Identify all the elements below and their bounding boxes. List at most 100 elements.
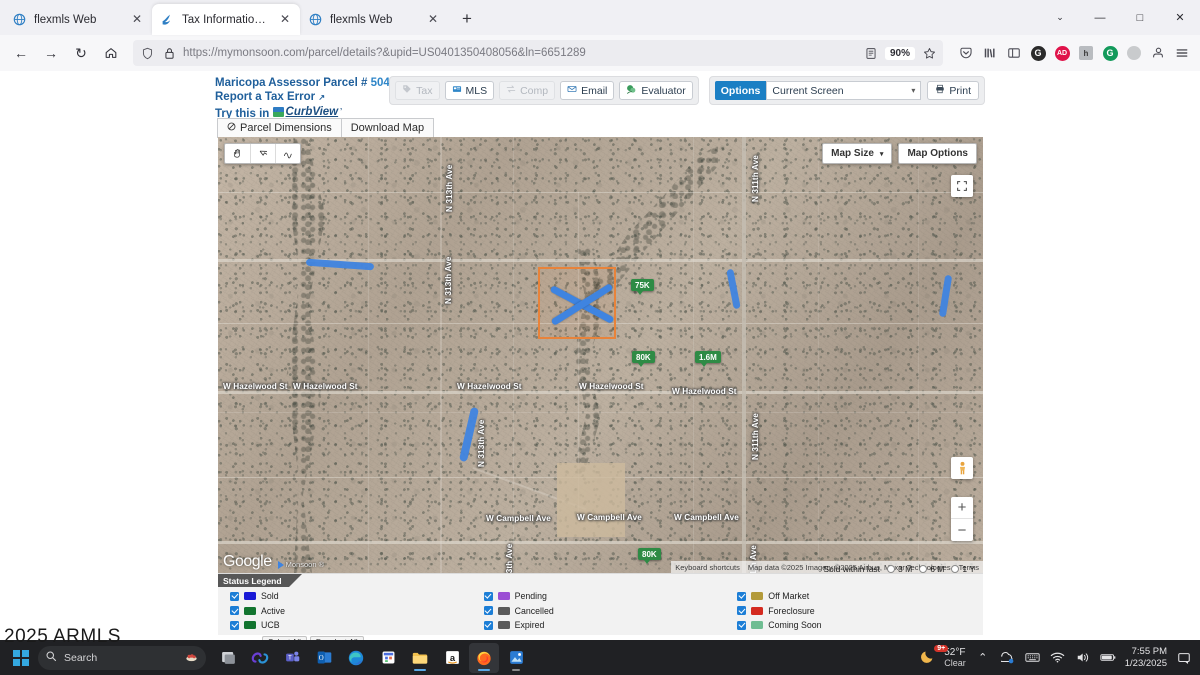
checkbox-icon[interactable] — [484, 621, 493, 630]
tab-close-icon[interactable]: ✕ — [426, 13, 440, 27]
close-window-button[interactable]: ✕ — [1160, 2, 1200, 34]
zoom-in-button[interactable]: + — [951, 497, 973, 519]
taskbar-clock[interactable]: 7:55 PM 1/23/2025 — [1125, 646, 1167, 669]
task-view-icon[interactable] — [213, 643, 243, 673]
parcel-map[interactable]: Map Size ▾ Map Options + − — [218, 137, 983, 573]
sold-radio-6m[interactable]: 6 M — [919, 564, 944, 574]
map-options-button[interactable]: Map Options — [898, 143, 977, 164]
map-size-button[interactable]: Map Size ▾ — [822, 143, 892, 164]
hamburger-menu-icon[interactable] — [1171, 42, 1193, 64]
file-explorer-icon[interactable] — [405, 643, 435, 673]
firefox-icon[interactable] — [469, 643, 499, 673]
keyboard-layout-icon[interactable] — [1025, 651, 1041, 664]
star-icon[interactable] — [921, 47, 937, 60]
zoom-out-button[interactable]: − — [951, 519, 973, 541]
listing-price-pin[interactable]: 1.6M — [695, 351, 721, 363]
tab-download-map[interactable]: Download Map — [342, 118, 434, 138]
maximize-button[interactable]: □ — [1120, 2, 1160, 34]
mls-button[interactable]: MLS — [445, 81, 495, 100]
options-button[interactable]: Options — [715, 81, 767, 100]
checkbox-icon[interactable] — [737, 592, 746, 601]
legend-item-pending[interactable]: Pending — [478, 589, 732, 604]
taskbar-search[interactable]: Search — [38, 646, 206, 670]
sold-radio-1y[interactable]: 1 Y — [951, 564, 975, 574]
legend-item-cancelled[interactable]: Cancelled — [478, 604, 732, 619]
notification-bell-icon[interactable] — [1176, 651, 1192, 665]
checkbox-icon[interactable] — [230, 606, 239, 615]
extension-green-icon[interactable]: G — [1099, 42, 1121, 64]
listing-price-pin[interactable]: 80K — [638, 548, 661, 560]
minimize-button[interactable]: — — [1080, 2, 1120, 34]
checkbox-icon[interactable] — [230, 621, 239, 630]
grammarly-icon[interactable]: G — [1027, 42, 1049, 64]
checkbox-icon[interactable] — [484, 606, 493, 615]
tax-button[interactable]: Tax — [395, 81, 439, 100]
pan-hand-icon[interactable] — [225, 144, 250, 163]
microsoft-teams-icon[interactable]: T — [277, 643, 307, 673]
checkbox-icon[interactable] — [737, 606, 746, 615]
comp-button[interactable]: Comp — [499, 81, 555, 100]
pocket-icon[interactable] — [955, 42, 977, 64]
list-all-tabs-icon[interactable]: ⌄ — [1040, 2, 1080, 34]
tab-close-icon[interactable]: ✕ — [130, 13, 144, 27]
back-button[interactable]: ← — [7, 40, 35, 66]
legend-item-coming-soon[interactable]: Coming Soon — [731, 618, 977, 633]
wifi-icon[interactable] — [1050, 651, 1066, 664]
browser-tab-0[interactable]: flexmls Web ✕ — [4, 4, 152, 35]
amazon-icon[interactable]: a — [437, 643, 467, 673]
weather-widget-icon[interactable] — [184, 650, 199, 666]
weather-tray-widget[interactable]: 9+ 52°F Clear — [920, 647, 966, 669]
legend-item-foreclosure[interactable]: Foreclosure — [731, 604, 977, 619]
sidebar-icon[interactable] — [1003, 42, 1025, 64]
shield-icon[interactable] — [139, 47, 155, 60]
listing-price-pin[interactable]: 75K — [631, 279, 654, 291]
legend-item-off-market[interactable]: Off Market — [731, 589, 977, 604]
print-button[interactable]: Print — [927, 81, 979, 100]
reader-view-icon[interactable] — [863, 47, 879, 60]
zoom-level-badge[interactable]: 90% — [885, 47, 915, 60]
tab-parcel-dimensions[interactable]: Parcel Dimensions — [217, 118, 342, 138]
microsoft-store-icon[interactable] — [373, 643, 403, 673]
legend-item-ucb[interactable]: UCB — [224, 618, 478, 633]
library-icon[interactable] — [979, 42, 1001, 64]
adblock-icon[interactable]: AD — [1051, 42, 1073, 64]
onedrive-sync-icon[interactable] — [1000, 651, 1016, 665]
photos-icon[interactable] — [501, 643, 531, 673]
tab-close-icon[interactable]: ✕ — [278, 13, 292, 27]
street-view-pegman-icon[interactable] — [951, 457, 973, 479]
curbview-link[interactable]: CurbView’ — [273, 105, 343, 119]
outlook-icon[interactable]: O — [309, 643, 339, 673]
checkbox-icon[interactable] — [737, 621, 746, 630]
listing-price-pin[interactable]: 80K — [632, 351, 655, 363]
extension-gray-icon[interactable] — [1123, 42, 1145, 64]
checkbox-icon[interactable] — [230, 592, 239, 601]
legend-item-expired[interactable]: Expired — [478, 618, 732, 633]
battery-icon[interactable] — [1100, 652, 1116, 663]
new-tab-button[interactable]: + — [454, 6, 480, 32]
polygon-draw-icon[interactable] — [250, 144, 275, 163]
home-button[interactable] — [97, 40, 125, 66]
sold-radio-3m[interactable]: 3 M — [887, 564, 912, 574]
road-turney — [218, 541, 983, 544]
copilot-icon[interactable] — [245, 643, 275, 673]
legend-item-active[interactable]: Active — [224, 604, 478, 619]
options-select[interactable]: Current Screen ▾ — [766, 81, 921, 100]
forward-button[interactable]: → — [37, 40, 65, 66]
microsoft-edge-icon[interactable] — [341, 643, 371, 673]
account-icon[interactable] — [1147, 42, 1169, 64]
show-hidden-icons-chevron[interactable]: ⌃ — [975, 651, 991, 664]
legend-item-sold[interactable]: Sold — [224, 589, 478, 604]
address-bar[interactable]: https://mymonsoon.com/parcel/details?&up… — [133, 40, 943, 66]
honey-icon[interactable]: h — [1075, 42, 1097, 64]
email-button[interactable]: Email — [560, 81, 614, 100]
evaluator-button[interactable]: Evaluator — [619, 81, 692, 100]
browser-tab-1[interactable]: Tax Information - Monsoon ✕ — [152, 4, 300, 35]
keyboard-shortcuts-link[interactable]: Keyboard shortcuts — [675, 563, 740, 572]
checkbox-icon[interactable] — [484, 592, 493, 601]
fullscreen-icon[interactable] — [951, 175, 973, 197]
reload-button[interactable]: ↻ — [67, 40, 95, 66]
windows-start-icon[interactable] — [8, 645, 34, 671]
volume-icon[interactable] — [1075, 651, 1091, 664]
browser-tab-2[interactable]: flexmls Web ✕ — [300, 4, 448, 35]
line-draw-icon[interactable] — [275, 144, 300, 163]
